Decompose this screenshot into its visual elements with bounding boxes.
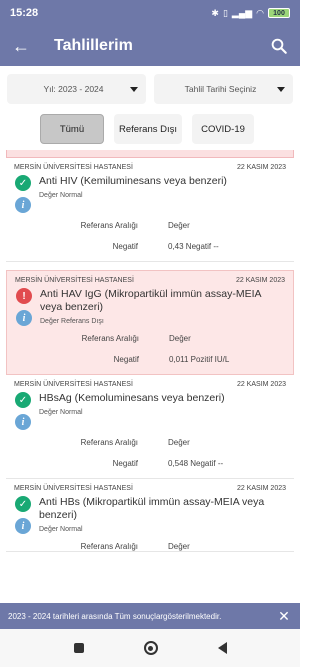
result-card[interactable]: MERSİN ÜNİVERSİTESİ HASTANESİ 22 KASIM 2… (6, 158, 294, 262)
year-dropdown-value: Yıl: 2023 - 2024 (43, 84, 104, 94)
hospital-name: MERSİN ÜNİVERSİTESİ HASTANESİ (15, 277, 134, 284)
value-label: Değer (168, 438, 190, 447)
filter-row: Yıl: 2023 - 2024 Tahlil Tarihi Seçiniz (7, 74, 293, 104)
check-icon: ✓ (15, 496, 31, 512)
result-date: 22 KASIM 2023 (236, 485, 286, 492)
close-icon[interactable]: ✕ (276, 608, 292, 625)
back-arrow-icon[interactable]: ← (12, 36, 36, 57)
range-label: Referans Aralığı (81, 334, 139, 343)
hospital-name: MERSİN ÜNİVERSİTESİ HASTANESİ (14, 381, 133, 388)
result-status: Değer Normal (39, 526, 83, 533)
hospital-name: MERSİN ÜNİVERSİTESİ HASTANESİ (14, 485, 133, 492)
test-name: HBsAg (Kemoluminesans veya benzeri) (39, 392, 225, 404)
nav-back-icon[interactable] (217, 642, 227, 654)
chevron-down-icon (130, 86, 138, 92)
previous-card-edge (6, 150, 294, 158)
app-bar: ← Tahlillerim (0, 26, 300, 66)
test-name: Anti HBs (Mikropartikül immün assay-MEIA… (39, 496, 265, 521)
tab-bar: Tümü Referans Dışı COVID-19 (40, 114, 254, 144)
tab-all[interactable]: Tümü (40, 114, 104, 144)
status-time: 15:28 (10, 7, 39, 19)
range-label: Referans Aralığı (80, 438, 138, 447)
test-name: Anti HAV IgG (Mikropartikül immün assay-… (40, 288, 261, 313)
search-icon[interactable] (270, 37, 288, 55)
warning-icon: ! (16, 288, 32, 304)
signal-icon: ▂▄▆ (231, 7, 253, 18)
range-label: Referans Aralığı (80, 221, 138, 230)
range-label: Referans Aralığı (80, 542, 138, 551)
date-dropdown-value: Tahlil Tarihi Seçiniz (184, 84, 257, 94)
results-list: MERSİN ÜNİVERSİTESİ HASTANESİ 22 KASIM 2… (6, 150, 294, 552)
result-date: 22 KASIM 2023 (235, 277, 285, 284)
wifi-icon: ◠ (256, 7, 264, 18)
result-value: 0,43 Negatif -- (168, 242, 219, 251)
result-date: 22 KASIM 2023 (236, 381, 286, 388)
value-label: Değer (168, 221, 190, 230)
result-card[interactable]: MERSİN ÜNİVERSİTESİ HASTANESİ 22 KASIM 2… (6, 375, 294, 479)
info-icon[interactable]: i (15, 197, 31, 213)
result-status: Değer Normal (39, 192, 83, 199)
check-icon: ✓ (15, 392, 31, 408)
info-icon[interactable]: i (15, 414, 31, 430)
reference-range: Negatif (112, 459, 138, 468)
result-status: Değer Referans Dışı (40, 318, 104, 325)
home-icon[interactable] (143, 641, 158, 655)
result-value: 0,548 Negatif -- (168, 459, 224, 468)
info-icon[interactable]: i (15, 518, 31, 534)
result-card[interactable]: MERSİN ÜNİVERSİTESİ HASTANESİ 22 KASIM 2… (6, 479, 294, 552)
chevron-down-icon (277, 86, 285, 92)
recents-icon[interactable] (73, 643, 84, 653)
result-date: 22 KASIM 2023 (236, 164, 286, 171)
battery-icon: 100 (268, 8, 290, 18)
snackbar: 2023 - 2024 tarihleri arasında Tüm sonuç… (0, 603, 300, 629)
value-label: Değer (168, 542, 190, 551)
status-icons: ✱ ▯ ▂▄▆ ◠ 100 (211, 8, 290, 19)
year-dropdown[interactable]: Yıl: 2023 - 2024 (7, 74, 146, 104)
snackbar-message: 2023 - 2024 tarihleri arasında Tüm sonuç… (8, 611, 222, 621)
bluetooth-icon: ✱ (211, 7, 219, 18)
check-icon: ✓ (15, 175, 31, 191)
tab-out-of-range[interactable]: Referans Dışı (114, 114, 182, 144)
test-name: Anti HIV (Kemiluminesans veya benzeri) (39, 175, 227, 187)
hospital-name: MERSİN ÜNİVERSİTESİ HASTANESİ (14, 164, 133, 171)
result-card-alert[interactable]: MERSİN ÜNİVERSİTESİ HASTANESİ 22 KASIM 2… (6, 270, 294, 375)
value-label: Değer (169, 334, 191, 343)
reference-range: Negatif (112, 242, 138, 251)
info-icon[interactable]: i (16, 310, 32, 326)
page-title: Tahlillerim (54, 37, 133, 54)
result-status: Değer Normal (39, 409, 83, 416)
system-nav-bar (0, 629, 300, 667)
reference-range: Negatif (113, 355, 139, 364)
status-bar: 15:28 ✱ ▯ ▂▄▆ ◠ 100 (0, 0, 300, 26)
vibrate-icon: ▯ (222, 7, 228, 18)
result-value: 0,011 Pozitif IU/L (169, 355, 230, 364)
tab-covid[interactable]: COVID-19 (192, 114, 254, 144)
date-dropdown[interactable]: Tahlil Tarihi Seçiniz (154, 74, 293, 104)
